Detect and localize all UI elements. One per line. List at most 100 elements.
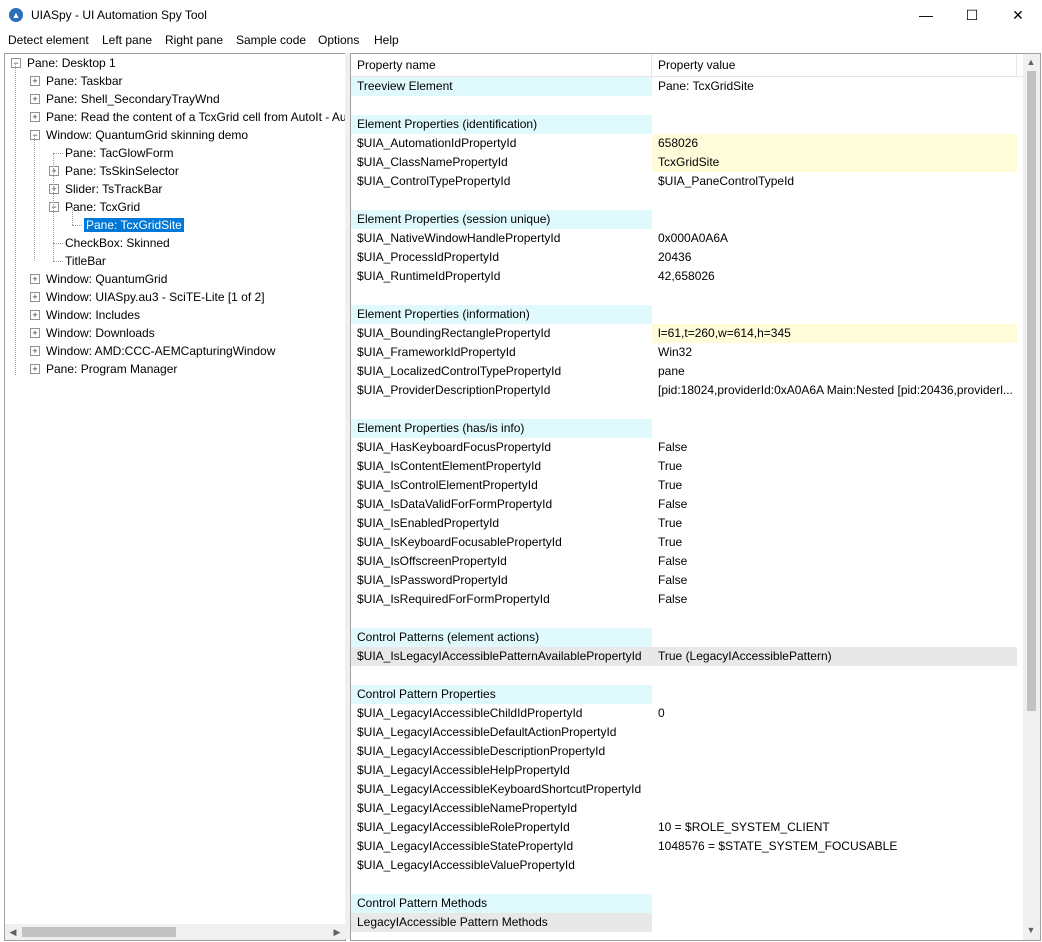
tree-item[interactable]: CheckBox: Skinned: [65, 234, 170, 252]
property-row[interactable]: $UIA_IsContentElementPropertyId True: [351, 457, 1023, 476]
expand-icon[interactable]: +: [30, 328, 40, 338]
property-row[interactable]: $UIA_NativeWindowHandlePropertyId 0x000A0…: [351, 229, 1023, 248]
section-row[interactable]: Control Pattern Methods: [351, 894, 1023, 913]
tree-item[interactable]: Pane: Read the content of a TcxGrid cell…: [46, 108, 345, 126]
property-row[interactable]: $UIA_LegacyIAccessibleHelpPropertyId: [351, 761, 1023, 780]
property-row[interactable]: [351, 400, 1023, 419]
section-row[interactable]: Control Pattern Properties: [351, 685, 1023, 704]
tree-item[interactable]: Pane: Desktop 1: [27, 54, 116, 72]
section-row[interactable]: Element Properties (session unique): [351, 210, 1023, 229]
tree-item[interactable]: Slider: TsTrackBar: [65, 180, 162, 198]
property-row[interactable]: $UIA_BoundingRectanglePropertyId l=61,t=2…: [351, 324, 1023, 343]
tree-item[interactable]: Pane: Program Manager: [46, 360, 177, 378]
tree-item[interactable]: Window: Includes: [46, 306, 140, 324]
property-row[interactable]: $UIA_LegacyIAccessibleKeyboardShortcutPr…: [351, 780, 1023, 799]
property-row[interactable]: $UIA_LegacyIAccessibleDescriptionPropert…: [351, 742, 1023, 761]
tree-item[interactable]: Pane: TsSkinSelector: [65, 162, 179, 180]
close-button[interactable]: ✕: [995, 0, 1041, 31]
property-row[interactable]: $UIA_ProviderDescriptionPropertyId [pid:1…: [351, 381, 1023, 400]
menu-detect-element[interactable]: Detect element: [8, 33, 89, 47]
expand-icon[interactable]: +: [30, 310, 40, 320]
horizontal-scroll-thumb[interactable]: [22, 927, 176, 937]
property-row[interactable]: $UIA_AutomationIdPropertyId 658026: [351, 134, 1023, 153]
menu-left-pane[interactable]: Left pane: [102, 33, 152, 47]
expand-icon[interactable]: +: [49, 166, 59, 176]
expand-icon[interactable]: +: [49, 184, 59, 194]
vertical-scrollbar[interactable]: ▲ ▼: [1023, 54, 1040, 940]
tree-item[interactable]: Window: Downloads: [46, 324, 155, 342]
section-row[interactable]: Element Properties (has/is info): [351, 419, 1023, 438]
tree-item-selected[interactable]: Pane: TcxGridSite: [84, 216, 184, 234]
property-row[interactable]: $UIA_LegacyIAccessibleRolePropertyId 10 =…: [351, 818, 1023, 837]
vertical-scroll-thumb[interactable]: [1027, 71, 1036, 711]
tree-item[interactable]: Window: UIASpy.au3 - SciTE-Lite [1 of 2]: [46, 288, 265, 306]
expand-icon[interactable]: +: [30, 112, 40, 122]
property-row[interactable]: [351, 609, 1023, 628]
property-row[interactable]: $UIA_IsPasswordPropertyId False: [351, 571, 1023, 590]
tree-item[interactable]: Window: QuantumGrid skinning demo: [46, 126, 248, 144]
property-row[interactable]: $UIA_LocalizedControlTypePropertyId pane: [351, 362, 1023, 381]
minimize-button[interactable]: —: [903, 0, 949, 31]
tree-pane[interactable]: − Pane: Desktop 1 + Pane: Taskbar + Pane: She…: [4, 53, 346, 941]
header-divider[interactable]: [1016, 54, 1017, 76]
property-row[interactable]: $UIA_IsDataValidForFormPropertyId False: [351, 495, 1023, 514]
property-row[interactable]: $UIA_FrameworkIdPropertyId Win32: [351, 343, 1023, 362]
expand-icon[interactable]: +: [30, 364, 40, 374]
expand-icon[interactable]: +: [30, 76, 40, 86]
properties-pane[interactable]: Property name Property value Treeview El…: [350, 53, 1041, 941]
section-row[interactable]: Element Properties (information): [351, 305, 1023, 324]
element-tree[interactable]: − Pane: Desktop 1 + Pane: Taskbar + Pane: She…: [5, 54, 345, 924]
section-row[interactable]: Element Properties (identification): [351, 115, 1023, 134]
property-row[interactable]: $UIA_LegacyIAccessibleChildIdPropertyId 0: [351, 704, 1023, 723]
tree-item[interactable]: Pane: Shell_SecondaryTrayWnd: [46, 90, 220, 108]
scroll-left-icon[interactable]: ◀: [5, 924, 21, 940]
property-row[interactable]: $UIA_IsRequiredForFormPropertyId False: [351, 590, 1023, 609]
property-row[interactable]: $UIA_ControlTypePropertyId $UIA_PaneContr…: [351, 172, 1023, 191]
property-row[interactable]: $UIA_IsOffscreenPropertyId False: [351, 552, 1023, 571]
scroll-down-icon[interactable]: ▼: [1023, 922, 1039, 938]
tree-item[interactable]: Pane: TcxGrid: [65, 198, 140, 216]
collapse-icon[interactable]: −: [49, 202, 59, 212]
menu-help[interactable]: Help: [374, 33, 399, 47]
property-row[interactable]: $UIA_IsControlElementPropertyId True: [351, 476, 1023, 495]
menu-sample-code[interactable]: Sample code: [236, 33, 306, 47]
property-row[interactable]: $UIA_IsKeyboardFocusablePropertyId True: [351, 533, 1023, 552]
column-header-property-value[interactable]: Property value: [652, 54, 1017, 76]
property-row[interactable]: [351, 875, 1023, 894]
property-row[interactable]: $UIA_LegacyIAccessibleNamePropertyId: [351, 799, 1023, 818]
property-row[interactable]: $UIA_IsEnabledPropertyId True: [351, 514, 1023, 533]
tree-item[interactable]: Pane: Taskbar: [46, 72, 123, 90]
property-row[interactable]: $UIA_ClassNamePropertyId TcxGridSite: [351, 153, 1023, 172]
menu-right-pane[interactable]: Right pane: [165, 33, 223, 47]
property-row[interactable]: [351, 286, 1023, 305]
property-row[interactable]: [351, 666, 1023, 685]
expand-icon[interactable]: +: [30, 292, 40, 302]
property-row[interactable]: $UIA_HasKeyboardFocusPropertyId False: [351, 438, 1023, 457]
expand-icon[interactable]: +: [30, 346, 40, 356]
menu-options[interactable]: Options: [318, 33, 359, 47]
property-row[interactable]: $UIA_LegacyIAccessibleDefaultActionPrope…: [351, 723, 1023, 742]
horizontal-scrollbar[interactable]: ◀ ▶: [5, 924, 345, 940]
property-row[interactable]: $UIA_LegacyIAccessibleStatePropertyId 104…: [351, 837, 1023, 856]
property-row[interactable]: [351, 96, 1023, 115]
expand-icon[interactable]: +: [30, 274, 40, 284]
property-row[interactable]: $UIA_LegacyIAccessibleValuePropertyId: [351, 856, 1023, 875]
tree-item[interactable]: Window: QuantumGrid: [46, 270, 167, 288]
tree-item[interactable]: Window: AMD:CCC-AEMCapturingWindow: [46, 342, 275, 360]
scroll-right-icon[interactable]: ▶: [329, 924, 345, 940]
scroll-up-icon[interactable]: ▲: [1023, 54, 1039, 70]
property-row[interactable]: $UIA_RuntimeIdPropertyId 42,658026: [351, 267, 1023, 286]
property-row[interactable]: LegacyIAccessible Pattern Methods: [351, 913, 1023, 932]
tree-item[interactable]: Pane: TacGlowForm: [65, 144, 174, 162]
tree-item[interactable]: TitleBar: [65, 252, 106, 270]
column-header-property-name[interactable]: Property name: [351, 54, 652, 76]
collapse-icon[interactable]: −: [11, 58, 21, 68]
property-row[interactable]: [351, 191, 1023, 210]
collapse-icon[interactable]: −: [30, 130, 40, 140]
property-row[interactable]: $UIA_IsLegacyIAccessiblePatternAvailable…: [351, 647, 1023, 666]
section-row[interactable]: Treeview Element Pane: TcxGridSite: [351, 77, 1023, 96]
maximize-button[interactable]: ☐: [949, 0, 995, 31]
section-row[interactable]: Control Patterns (element actions): [351, 628, 1023, 647]
expand-icon[interactable]: +: [30, 94, 40, 104]
property-row[interactable]: $UIA_ProcessIdPropertyId 20436: [351, 248, 1023, 267]
